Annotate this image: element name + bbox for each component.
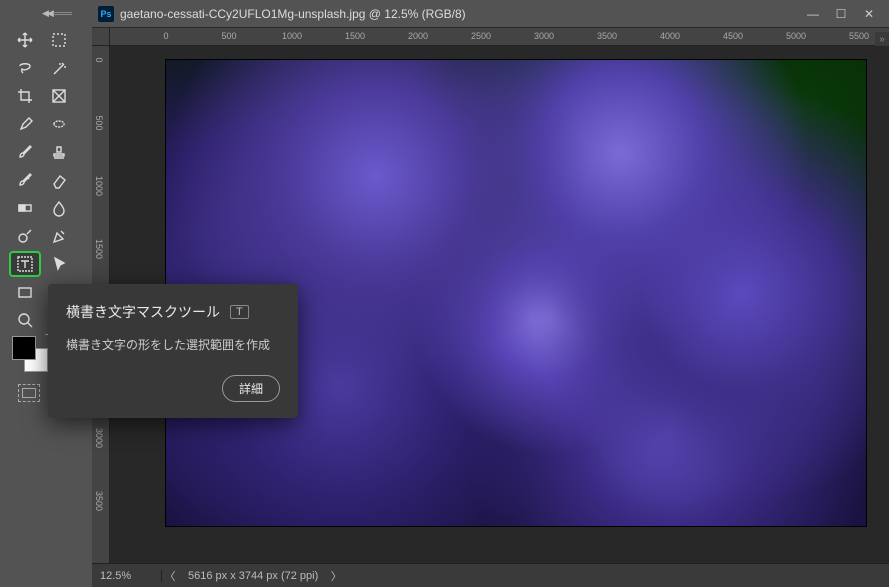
- document-title: gaetano-cessati-CCy2UFLO1Mg-unsplash.jpg…: [120, 7, 799, 21]
- close-button[interactable]: ✕: [855, 4, 883, 24]
- ruler-tick: 2000: [408, 31, 428, 41]
- rectangle-tool[interactable]: [9, 279, 41, 305]
- brush-icon: [17, 144, 34, 161]
- panel-collapse-handle[interactable]: ◀◀: [42, 6, 74, 20]
- path-select-icon: [51, 256, 68, 273]
- eraser-tool[interactable]: [43, 167, 75, 193]
- move-tool[interactable]: [9, 27, 41, 53]
- type-mask-tool[interactable]: [9, 251, 41, 277]
- ruler-tick: 3000: [534, 31, 554, 41]
- ruler-origin[interactable]: [92, 28, 110, 46]
- eyedropper-tool[interactable]: [9, 111, 41, 137]
- marquee-icon: [51, 32, 68, 49]
- ruler-tick: 4000: [660, 31, 680, 41]
- crop-tool[interactable]: [9, 83, 41, 109]
- frame-tool[interactable]: [43, 83, 75, 109]
- tool-tooltip: 横書き文字マスクツール T 横書き文字の形をした選択範囲を作成 詳細: [48, 284, 298, 418]
- stamp-tool[interactable]: [43, 139, 75, 165]
- zoom-icon: [17, 312, 34, 329]
- tooltip-title: 横書き文字マスクツール: [66, 302, 220, 322]
- marquee-tool[interactable]: [43, 27, 75, 53]
- history-brush-icon: [17, 172, 34, 189]
- lasso-icon: [17, 60, 34, 77]
- eyedropper-icon: [17, 116, 34, 133]
- blur-icon: [51, 200, 68, 217]
- stamp-icon: [51, 144, 68, 161]
- rectangle-icon: [17, 284, 34, 301]
- zoom-level[interactable]: 12.5%: [92, 570, 162, 582]
- scroll-right-stub[interactable]: »: [875, 32, 889, 46]
- zoom-tool[interactable]: [9, 307, 41, 333]
- ruler-tick: 500: [221, 31, 236, 41]
- eraser-icon: [51, 172, 68, 189]
- ruler-tick: 3500: [597, 31, 617, 41]
- path-select-tool[interactable]: [43, 251, 75, 277]
- minimize-button[interactable]: —: [799, 4, 827, 24]
- tooltip-detail-button[interactable]: 詳細: [222, 375, 280, 402]
- ruler-tick: 0: [163, 31, 168, 41]
- lasso-tool[interactable]: [9, 55, 41, 81]
- ruler-tick: 3500: [94, 491, 104, 511]
- quick-mask-toggle[interactable]: [18, 384, 40, 402]
- pen-icon: [51, 228, 68, 245]
- tooltip-description: 横書き文字の形をした選択範囲を作成: [66, 336, 280, 355]
- ruler-tick: 4500: [723, 31, 743, 41]
- dodge-icon: [17, 228, 34, 245]
- ruler-tick: 3000: [94, 428, 104, 448]
- wand-icon: [51, 60, 68, 77]
- ruler-tick: 2500: [471, 31, 491, 41]
- ruler-tick: 5000: [786, 31, 806, 41]
- maximize-button[interactable]: ☐: [827, 4, 855, 24]
- patch-tool[interactable]: [43, 111, 75, 137]
- titlebar[interactable]: Ps gaetano-cessati-CCy2UFLO1Mg-unsplash.…: [92, 0, 889, 28]
- crop-icon: [17, 88, 34, 105]
- wand-tool[interactable]: [43, 55, 75, 81]
- ruler-tick: 1000: [282, 31, 302, 41]
- grip-icon: [54, 12, 72, 15]
- statusbar-next-icon[interactable]: 〉: [328, 568, 344, 584]
- document-info[interactable]: 5616 px x 3744 px (72 ppi): [178, 570, 328, 582]
- frame-icon: [51, 88, 68, 105]
- type-mask-icon: [17, 256, 34, 273]
- statusbar-prev-icon[interactable]: 〈: [162, 568, 178, 584]
- dodge-tool[interactable]: [9, 223, 41, 249]
- pen-tool[interactable]: [43, 223, 75, 249]
- gradient-icon: [17, 200, 34, 217]
- gradient-tool[interactable]: [9, 195, 41, 221]
- ruler-tick: 1000: [94, 176, 104, 196]
- color-swatches[interactable]: ⤵: [12, 336, 48, 372]
- foreground-color-swatch[interactable]: [12, 336, 36, 360]
- photoshop-icon: Ps: [98, 6, 114, 22]
- collapse-arrows-icon: ◀◀: [42, 8, 52, 19]
- history-brush-tool[interactable]: [9, 167, 41, 193]
- ruler-tick: 1500: [94, 239, 104, 259]
- tooltip-shortcut: T: [230, 305, 249, 319]
- ruler-horizontal[interactable]: 0 500 1000 1500 2000 2500 3000 3500 4000 4500 5000…: [110, 28, 889, 46]
- statusbar: 12.5% 〈 5616 px x 3744 px (72 ppi) 〉: [92, 563, 889, 587]
- ruler-tick: 5500: [849, 31, 869, 41]
- ruler-tick: 0: [94, 57, 104, 62]
- ruler-tick: 1500: [345, 31, 365, 41]
- ruler-tick: 500: [94, 115, 104, 130]
- blur-tool[interactable]: [43, 195, 75, 221]
- patch-icon: [51, 116, 68, 133]
- brush-tool[interactable]: [9, 139, 41, 165]
- move-icon: [17, 32, 34, 49]
